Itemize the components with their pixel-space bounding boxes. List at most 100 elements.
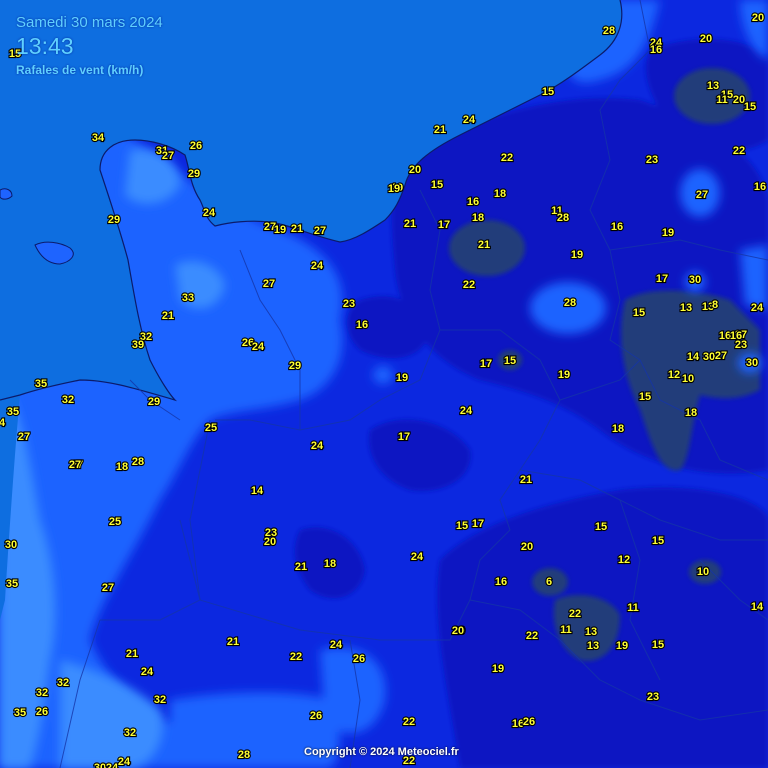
- station-value: 17: [472, 518, 484, 530]
- station-value: 15: [431, 179, 443, 191]
- station-value: 20: [700, 33, 712, 45]
- station-value: 28: [132, 456, 144, 468]
- station-value: 27: [715, 350, 727, 362]
- station-value: 20: [264, 536, 276, 548]
- station-value: 25: [205, 422, 217, 434]
- station-value: 21: [478, 239, 490, 251]
- station-value: 24: [330, 639, 343, 651]
- station-value: 30: [689, 274, 701, 286]
- station-value: 22: [569, 608, 581, 620]
- station-value: 19: [558, 369, 570, 381]
- station-value: 27: [69, 459, 81, 471]
- station-value: 15: [633, 307, 645, 319]
- station-value: 30: [94, 762, 106, 768]
- station-value: 15: [652, 639, 664, 651]
- station-value: 29: [188, 168, 200, 180]
- station-value: 23: [647, 691, 659, 703]
- station-value: 19: [662, 227, 674, 239]
- station-value: 21: [520, 474, 532, 486]
- station-value: 21: [162, 310, 174, 322]
- station-value: 12: [668, 369, 680, 381]
- station-value: 11: [560, 624, 572, 636]
- station-value: 17: [656, 273, 668, 285]
- station-value: 22: [526, 630, 538, 642]
- station-value: 15: [639, 391, 651, 403]
- station-value: 19: [492, 663, 504, 675]
- station-value: 30: [5, 539, 17, 551]
- station-value: 21: [227, 636, 239, 648]
- station-value: 18: [612, 423, 624, 435]
- station-value: 14: [751, 601, 764, 613]
- station-value: 17: [438, 219, 450, 231]
- station-value: 22: [463, 279, 475, 291]
- station-value: 32: [62, 394, 74, 406]
- station-value: 24: [106, 762, 119, 768]
- station-value: 29: [289, 360, 301, 372]
- station-value: 26: [353, 653, 365, 665]
- station-value: 22: [290, 651, 302, 663]
- station-value: 4: [0, 417, 6, 429]
- station-value: 24: [118, 756, 131, 768]
- station-value: 35: [6, 578, 18, 590]
- station-value: 27: [696, 189, 708, 201]
- station-value: 10: [682, 373, 694, 385]
- station-value: 20: [452, 625, 464, 637]
- station-value: 21: [295, 561, 307, 573]
- station-value: 28: [238, 749, 250, 761]
- station-value: 16: [467, 196, 479, 208]
- station-value: 24: [460, 405, 473, 417]
- station-value: 29: [148, 396, 160, 408]
- station-value: 21: [291, 223, 303, 235]
- station-value: 19: [571, 249, 583, 261]
- station-value: 23: [343, 298, 355, 310]
- station-value: 24: [311, 440, 324, 452]
- station-value: 18: [494, 188, 506, 200]
- station-value: 15: [744, 101, 756, 113]
- station-value: 32: [57, 677, 69, 689]
- station-value: 35: [35, 378, 47, 390]
- station-value: 18: [472, 212, 484, 224]
- station-value: 26: [523, 716, 535, 728]
- station-value: 23: [646, 154, 658, 166]
- station-value: 28: [557, 212, 569, 224]
- station-value: 24: [751, 302, 764, 314]
- station-value: 27: [263, 278, 275, 290]
- station-value: 16: [754, 181, 766, 193]
- station-value: 27: [18, 431, 30, 443]
- station-value: 15: [456, 520, 468, 532]
- station-value: 12: [618, 554, 630, 566]
- station-value: 17: [398, 431, 410, 443]
- station-value: 13: [680, 302, 692, 314]
- station-value: 15: [595, 521, 607, 533]
- station-value: 10: [697, 566, 709, 578]
- station-value: 16: [356, 319, 368, 331]
- station-value: 6: [546, 576, 552, 588]
- station-value: 27: [102, 582, 114, 594]
- station-value: 11: [627, 602, 639, 614]
- station-value: 32: [36, 687, 48, 699]
- parameter-label: Rafales de vent (km/h): [16, 63, 144, 77]
- station-value: 39: [132, 339, 144, 351]
- station-value: 13: [587, 640, 599, 652]
- station-value: 28: [603, 25, 615, 37]
- station-value: 35: [14, 707, 26, 719]
- station-value: 18: [685, 407, 697, 419]
- gust-map: 282416202015343127262929242719 21 27212415…: [0, 0, 768, 768]
- station-value: 18: [116, 461, 128, 473]
- station-value: 26: [310, 710, 322, 722]
- station-value: 25: [109, 516, 121, 528]
- station-value: 16: [611, 221, 623, 233]
- station-value: 21: [126, 648, 138, 660]
- station-value: 14: [687, 351, 700, 363]
- station-value: 22: [733, 145, 745, 157]
- station-value: 22: [501, 152, 513, 164]
- station-value: 29: [108, 214, 120, 226]
- station-value: 19: [388, 183, 400, 195]
- station-value: 28: [564, 297, 576, 309]
- station-value: 24: [311, 260, 324, 272]
- station-value: 19: [616, 640, 628, 652]
- copyright-label: Copyright © 2024 Meteociel.fr: [304, 746, 459, 758]
- station-value: 20: [409, 164, 421, 176]
- station-value: 15: [652, 535, 664, 547]
- station-value: 15: [504, 355, 516, 367]
